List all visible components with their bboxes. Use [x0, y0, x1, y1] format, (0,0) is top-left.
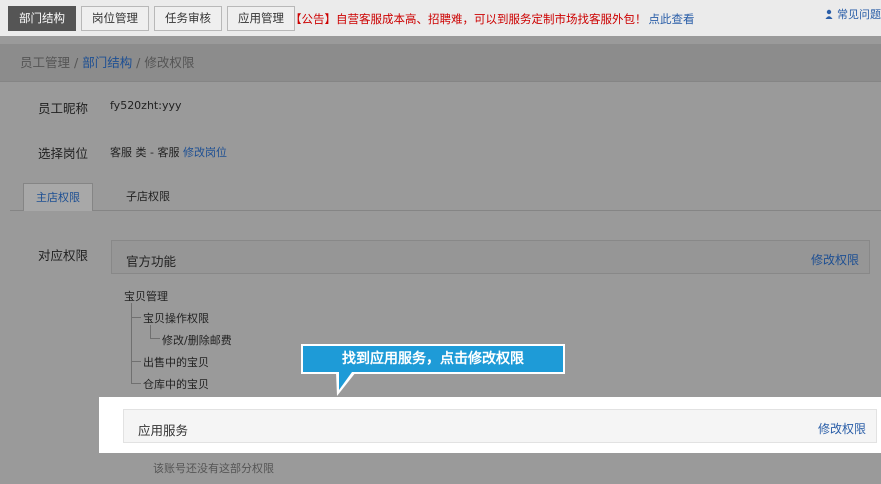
tree-connector — [131, 303, 132, 383]
app-service-box: 应用服务 修改权限 — [123, 409, 877, 443]
breadcrumb: 员工管理 / 部门结构 / 修改权限 — [0, 44, 881, 82]
permissions-label: 对应权限 — [38, 248, 89, 263]
announcement-banner: 【公告】自营客服成本高、招聘难，可以到服务定制市场找客服外包！ 点此查看 — [290, 11, 695, 27]
empty-permission-note: 该账号还没有这部分权限 — [153, 462, 274, 475]
tree-connector — [131, 361, 141, 362]
tab-sub-store-permission[interactable]: 子店权限 — [114, 183, 182, 211]
tree-item: 仓库中的宝贝 — [143, 378, 209, 391]
breadcrumb-root[interactable]: 员工管理 — [20, 55, 70, 70]
tab-task-review[interactable]: 任务审核 — [154, 6, 222, 31]
faq-label: 常见问题 — [837, 8, 881, 21]
tab-department-structure[interactable]: 部门结构 — [8, 6, 76, 31]
tree-item: 修改/删除邮费 — [162, 334, 232, 347]
breadcrumb-separator: / — [70, 55, 83, 70]
faq-link[interactable]: 常见问题 — [825, 6, 881, 22]
tree-connector — [150, 338, 160, 339]
tree-item: 出售中的宝贝 — [143, 356, 209, 369]
app-service-title: 应用服务 — [138, 423, 189, 438]
tree-connector — [131, 317, 141, 318]
announcement-text: 【公告】自营客服成本高、招聘难，可以到服务定制市场找客服外包！ — [290, 12, 647, 26]
tab-main-store-permission[interactable]: 主店权限 — [23, 183, 93, 211]
official-functions-title: 官方功能 — [126, 254, 177, 269]
callout-text: 找到应用服务，点击修改权限 — [342, 351, 524, 367]
breadcrumb-separator: / — [132, 55, 145, 70]
tree-item: 宝贝操作权限 — [143, 312, 209, 325]
nickname-label: 员工昵称 — [38, 101, 89, 116]
position-label: 选择岗位 — [38, 146, 89, 161]
tree-item: 宝贝管理 — [124, 290, 168, 303]
edit-position-link[interactable]: 修改岗位 — [183, 146, 227, 159]
tab-position-management[interactable]: 岗位管理 — [81, 6, 149, 31]
breadcrumb-parent[interactable]: 部门结构 — [82, 55, 132, 70]
permission-subtabs: 主店权限 子店权限 — [10, 183, 881, 211]
top-tabs: 部门结构 岗位管理 任务审核 应用管理 — [8, 6, 300, 31]
position-value-group: 客服 类 - 客服 修改岗位 — [110, 144, 227, 160]
nickname-value: fy520zht:yyy — [110, 99, 182, 112]
announcement-link[interactable]: 点此查看 — [649, 12, 695, 26]
official-functions-box: 官方功能 修改权限 — [111, 240, 870, 274]
top-navigation-bar: 部门结构 岗位管理 任务审核 应用管理 【公告】自营客服成本高、招聘难，可以到服… — [0, 0, 881, 36]
position-value: 客服 类 - 客服 — [110, 146, 180, 159]
tree-connector — [150, 325, 151, 338]
tree-connector — [131, 383, 141, 384]
edit-official-permission-button[interactable]: 修改权限 — [811, 251, 859, 268]
edit-app-service-permission-button[interactable]: 修改权限 — [818, 420, 866, 437]
breadcrumb-current: 修改权限 — [144, 55, 195, 70]
tab-app-management[interactable]: 应用管理 — [227, 6, 295, 31]
user-help-icon — [825, 9, 833, 19]
app-service-highlight: 应用服务 修改权限 — [99, 397, 881, 453]
callout-pointer-icon — [336, 372, 356, 396]
instruction-callout: 找到应用服务，点击修改权限 — [301, 344, 565, 374]
